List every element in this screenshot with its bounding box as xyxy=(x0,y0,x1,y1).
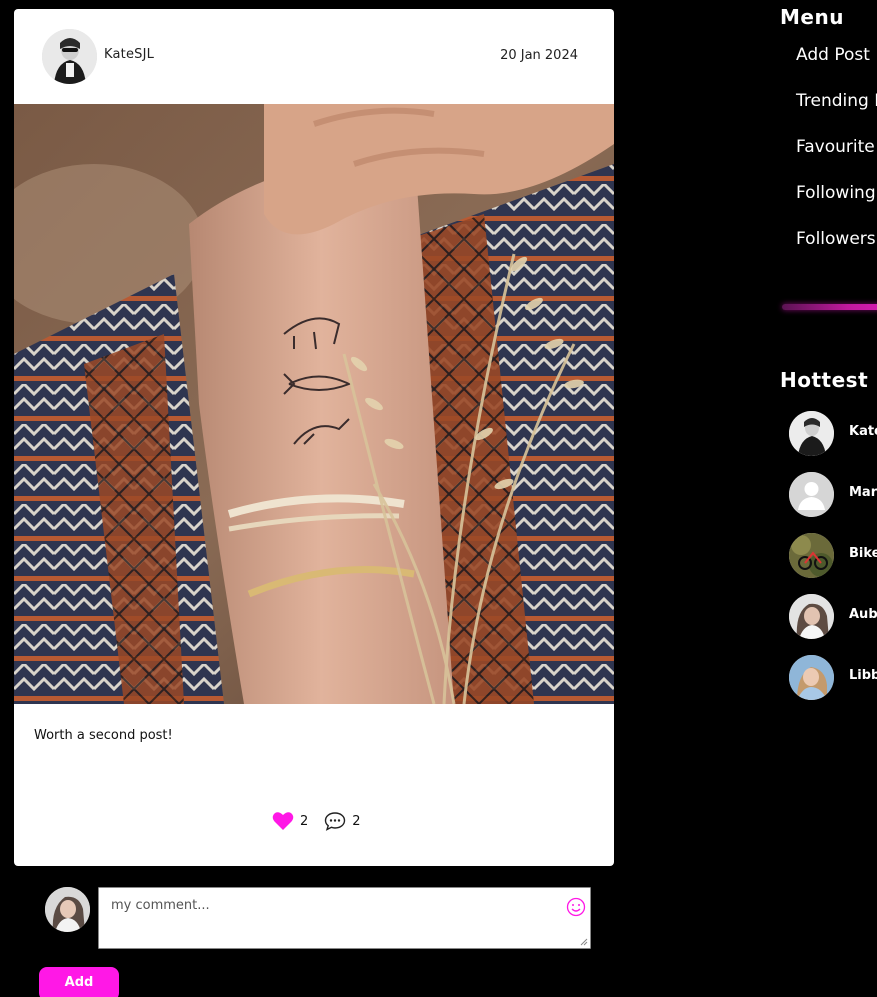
avatar xyxy=(789,411,834,456)
menu-item-label: Favourite xyxy=(796,137,875,157)
hottest-name: Kate xyxy=(849,424,877,439)
comment-box xyxy=(98,887,591,949)
menu-item-label: Followers xyxy=(796,229,876,249)
avatar xyxy=(789,594,834,639)
page: KateSJL 20 Jan 2024 Worth a second post!… xyxy=(0,0,877,997)
hottest-name: Bike xyxy=(849,546,877,561)
add-comment-button[interactable]: Add xyxy=(39,967,119,997)
menu-item-label: Add Post xyxy=(796,45,870,65)
avatar xyxy=(789,533,834,578)
avatar xyxy=(789,472,834,517)
comments-button[interactable]: 2 xyxy=(324,811,361,831)
menu-item-label: Following xyxy=(796,183,876,203)
resize-grip-icon[interactable] xyxy=(580,938,588,946)
commenter-avatar xyxy=(45,887,90,932)
author-avatar[interactable] xyxy=(42,29,97,84)
post-image[interactable] xyxy=(14,104,614,704)
menu-item-followers[interactable]: Followers xyxy=(796,229,877,275)
like-count: 2 xyxy=(300,813,309,829)
post-header: KateSJL 20 Jan 2024 xyxy=(14,9,614,104)
post-date: 20 Jan 2024 xyxy=(500,48,578,63)
menu-item-add-post[interactable]: Add Post xyxy=(796,45,877,91)
post-stats: 2 2 xyxy=(272,809,377,833)
avatar xyxy=(789,655,834,700)
post-text: Worth a second post! xyxy=(34,728,173,743)
heart-icon[interactable] xyxy=(272,811,294,831)
hottest-name: Libb xyxy=(849,668,877,683)
author-name[interactable]: KateSJL xyxy=(104,47,154,62)
comment-bubble-icon[interactable] xyxy=(324,811,346,831)
menu-item-trending[interactable]: Trending P xyxy=(796,91,877,137)
hottest-name: Mars xyxy=(849,485,877,500)
hottest-title: Hottest F xyxy=(780,368,877,392)
emoji-picker-button[interactable] xyxy=(566,897,586,917)
post-card: KateSJL 20 Jan 2024 Worth a second post!… xyxy=(14,9,614,866)
menu-item-label: Trending P xyxy=(796,91,877,111)
menu-item-following[interactable]: Following xyxy=(796,183,877,229)
menu-title: Menu xyxy=(780,5,844,29)
comment-input[interactable] xyxy=(99,888,590,948)
smiley-icon[interactable] xyxy=(566,897,586,917)
comment-count: 2 xyxy=(352,813,361,829)
like-button[interactable]: 2 xyxy=(272,811,308,831)
menu-list: Add Post Trending P Favourite Following … xyxy=(796,45,877,275)
menu-item-favourite[interactable]: Favourite xyxy=(796,137,877,183)
hottest-name: Aubr xyxy=(849,607,877,622)
menu-divider xyxy=(782,304,877,310)
